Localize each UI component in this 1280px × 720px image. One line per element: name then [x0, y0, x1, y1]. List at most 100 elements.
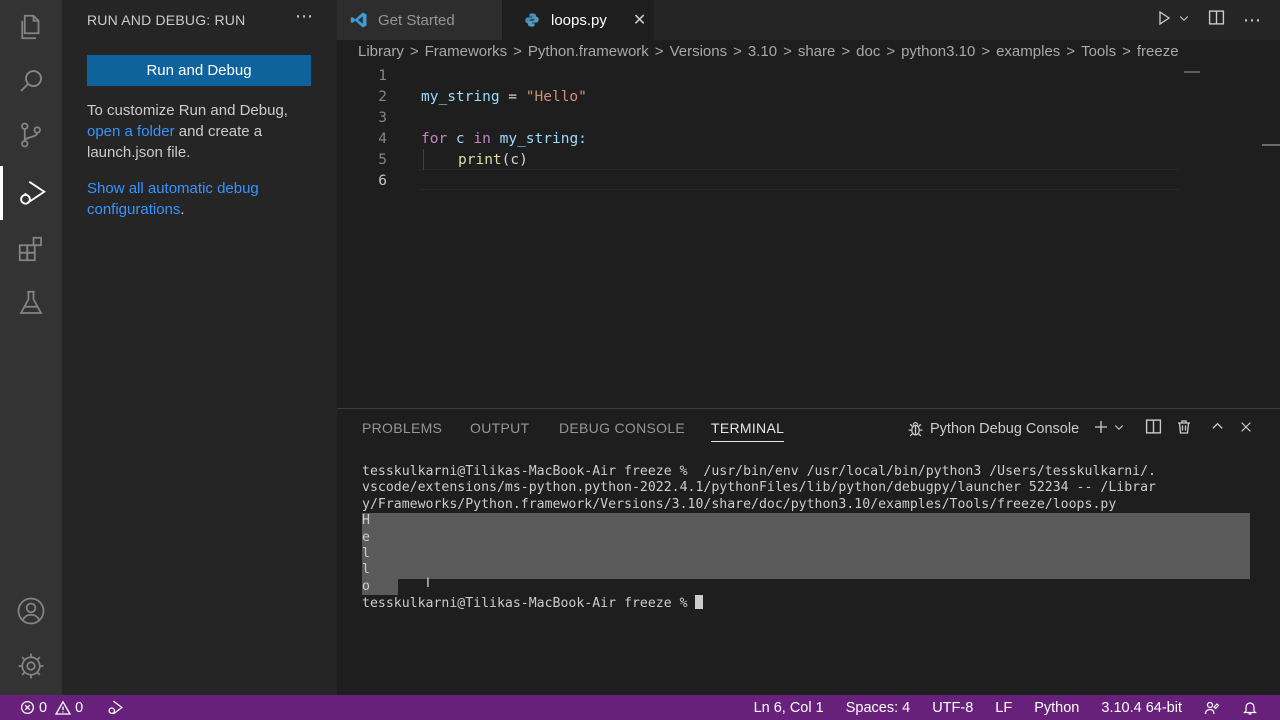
new-terminal-plus-icon[interactable] — [1093, 419, 1109, 439]
breadcrumb-library[interactable]: Library — [358, 43, 404, 65]
breadcrumb-3-10[interactable]: 3.10 — [748, 43, 777, 65]
debug-status-icon[interactable] — [107, 699, 124, 716]
breadcrumb-separator: > — [783, 43, 792, 60]
debug-console-selector[interactable]: Python Debug Console — [907, 420, 1079, 437]
more-actions-icon[interactable]: ⋯ — [295, 6, 314, 27]
warning-icon — [55, 699, 72, 715]
breadcrumb-frameworks[interactable]: Frameworks — [425, 43, 508, 65]
explorer-icon[interactable] — [0, 0, 62, 54]
kill-terminal-trash-icon[interactable] — [1176, 419, 1192, 439]
tab-get-started-label: Get Started — [378, 11, 455, 29]
tab-loops-py[interactable]: loops.py ✕ — [502, 0, 654, 40]
code-line: 4 for c in my_string: — [337, 128, 1177, 149]
tab-output[interactable]: OUTPUT — [470, 420, 529, 436]
tab-problems[interactable]: PROBLEMS — [362, 420, 442, 436]
testing-icon[interactable] — [0, 276, 62, 330]
token-function: print — [458, 151, 502, 168]
line-number: 2 — [378, 88, 387, 105]
token-variable: c — [447, 130, 474, 147]
terminal-line: l — [362, 562, 370, 578]
terminal-line: vscode/extensions/ms-python.python-2022.… — [362, 480, 1156, 496]
extensions-icon[interactable] — [0, 222, 62, 276]
close-tab-icon[interactable]: ✕ — [633, 10, 646, 30]
notifications-bell-icon[interactable] — [1242, 700, 1258, 716]
breadcrumb-separator: > — [513, 43, 522, 60]
breadcrumb-python-framework[interactable]: Python.framework — [528, 43, 649, 65]
breadcrumb-tools[interactable]: Tools — [1081, 43, 1116, 65]
end-of-line[interactable]: LF — [995, 700, 1012, 716]
show-debug-configurations-link[interactable]: Show all automatic debug configurations — [87, 180, 259, 218]
tab-terminal[interactable]: TERMINAL — [711, 420, 785, 442]
python-interpreter[interactable]: 3.10.4 64-bit — [1101, 700, 1182, 716]
run-debug-icon[interactable] — [0, 166, 62, 220]
minimap[interactable] — [1184, 71, 1200, 73]
run-file-icon[interactable] — [1156, 10, 1172, 31]
settings-gear-icon[interactable] — [0, 639, 62, 693]
cursor-position[interactable]: Ln 6, Col 1 — [754, 700, 824, 716]
breadcrumb-separator: > — [409, 43, 419, 60]
code-text: for c in my_string: — [421, 131, 587, 147]
tab-debug-console[interactable]: DEBUG CONSOLE — [559, 420, 685, 436]
breadcrumb-versions[interactable]: Versions — [670, 43, 728, 65]
show-configs-period: . — [180, 201, 185, 218]
terminal-dropdown-chevron-icon[interactable] — [1113, 421, 1125, 437]
feedback-icon[interactable] — [1204, 700, 1220, 716]
problems-status[interactable]: 0 0 — [20, 700, 83, 716]
editor-actions: ⋯ — [1156, 9, 1262, 31]
breadcrumb-python3-10[interactable]: python3.10 — [901, 43, 975, 65]
show-configs: Show all automatic debug configurations. — [87, 178, 317, 220]
language-mode[interactable]: Python — [1034, 700, 1079, 716]
terminal-line: e — [362, 529, 370, 545]
status-bar: 0 0 Ln 6, Col 1 Spaces: 4 UTF-8 LF Pytho… — [0, 695, 1280, 720]
tab-loops-label: loops.py — [551, 11, 607, 29]
breadcrumb-separator: > — [654, 43, 664, 60]
indentation[interactable]: Spaces: 4 — [846, 700, 911, 716]
code-line: 6 — [337, 170, 1177, 191]
code-editor[interactable]: 1 2 my_string = "Hello" 3 4 for c in my_… — [337, 65, 1280, 407]
open-folder-link[interactable]: open a folder — [87, 123, 175, 140]
encoding[interactable]: UTF-8 — [932, 700, 973, 716]
breadcrumb-doc[interactable]: doc — [856, 43, 880, 65]
status-left: 0 0 — [20, 695, 124, 720]
line-number: 6 — [378, 172, 387, 189]
customize-info: To customize Run and Debug, open a folde… — [87, 100, 317, 163]
tab-get-started[interactable]: Get Started — [337, 0, 502, 40]
editor-more-actions-icon[interactable]: ⋯ — [1243, 10, 1262, 31]
token-variable: my_string: — [490, 130, 587, 147]
terminal-output[interactable]: tesskulkarni@Tilikas-MacBook-Air freeze … — [362, 464, 1252, 612]
breadcrumb-separator: > — [1122, 43, 1131, 60]
console-name: Python Debug Console — [930, 420, 1080, 437]
line-number: 1 — [378, 67, 387, 84]
editor-tab-bar: Get Started loops.py ✕ ⋯ — [337, 0, 1280, 40]
bottom-panel: PROBLEMS OUTPUT DEBUG CONSOLE TERMINAL P… — [337, 408, 1280, 695]
line-number: 3 — [378, 109, 387, 126]
panel-actions: Python Debug Console — [907, 418, 1253, 439]
breadcrumb-freeze[interactable]: freeze — [1137, 43, 1179, 65]
breadcrumb-examples[interactable]: examples — [996, 43, 1060, 65]
breadcrumb-share[interactable]: share — [798, 43, 836, 65]
line-number: 4 — [378, 130, 387, 147]
vscode-icon — [349, 10, 369, 30]
split-editor-icon[interactable] — [1208, 9, 1225, 31]
error-icon — [20, 700, 35, 715]
sidebar-title: RUN AND DEBUG: RUN — [87, 12, 246, 28]
token-variable: my_string — [421, 88, 500, 105]
breadcrumb-separator: > — [733, 43, 742, 60]
close-panel-icon[interactable] — [1239, 420, 1253, 438]
run-and-debug-button[interactable]: Run and Debug — [87, 55, 311, 86]
breadcrumb-separator: > — [981, 43, 991, 60]
breadcrumb: Library > Frameworks > Python.framework > V… — [358, 43, 1185, 65]
run-dropdown-chevron-icon[interactable] — [1178, 11, 1190, 29]
terminal-line: H — [362, 513, 370, 529]
maximize-panel-chevron-up-icon[interactable] — [1210, 419, 1225, 438]
code-line: 5 print(c) — [337, 149, 1177, 170]
terminal-line: y/Frameworks/Python.framework/Versions/3… — [362, 496, 1117, 512]
search-icon[interactable] — [0, 54, 62, 108]
python-file-icon — [522, 10, 542, 30]
source-control-icon[interactable] — [0, 108, 62, 162]
scrollbar-marker[interactable] — [1262, 144, 1280, 146]
token-keyword: in — [473, 130, 491, 147]
accounts-icon[interactable] — [0, 584, 62, 638]
split-terminal-icon[interactable] — [1145, 418, 1162, 439]
code-line: 2 my_string = "Hello" — [337, 86, 1177, 107]
